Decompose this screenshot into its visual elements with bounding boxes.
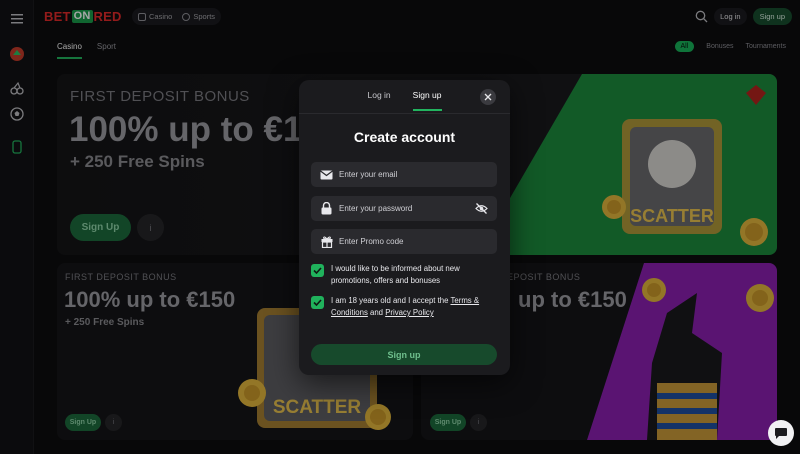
email-placeholder: Enter your email bbox=[339, 170, 398, 179]
chat-icon bbox=[775, 427, 787, 439]
promo-placeholder: Enter Promo code bbox=[339, 237, 404, 246]
checkmark-icon bbox=[313, 299, 322, 306]
lock-icon bbox=[320, 202, 333, 215]
terms-consent-text: I am 18 years old and I accept the Terms… bbox=[331, 295, 501, 319]
marketing-checkbox[interactable] bbox=[311, 264, 324, 277]
password-placeholder: Enter your password bbox=[339, 204, 413, 213]
terms-consent: I am 18 years old and I accept the Terms… bbox=[311, 295, 501, 319]
terms-checkbox[interactable] bbox=[311, 296, 324, 309]
promo-code-field[interactable]: Enter Promo code bbox=[311, 229, 497, 254]
signup-modal: Log in Sign up Create account Enter your… bbox=[299, 80, 510, 375]
terms-prefix: I am 18 years old and I accept the bbox=[331, 296, 451, 305]
privacy-link[interactable]: Privacy Policy bbox=[385, 308, 434, 317]
marketing-consent: I would like to be informed about new pr… bbox=[311, 263, 501, 287]
modal-title: Create account bbox=[353, 129, 456, 145]
terms-and: and bbox=[367, 308, 386, 317]
close-button[interactable] bbox=[480, 89, 496, 105]
checkmark-icon bbox=[313, 267, 322, 274]
email-field[interactable]: Enter your email bbox=[311, 162, 497, 187]
close-icon bbox=[484, 93, 492, 101]
gift-icon bbox=[320, 235, 333, 248]
envelope-icon bbox=[320, 168, 333, 181]
marketing-consent-label: I would like to be informed about new pr… bbox=[331, 264, 460, 285]
modal-divider bbox=[299, 113, 510, 114]
modal-tab-login[interactable]: Log in bbox=[367, 90, 390, 111]
signup-submit-button[interactable]: Sign up bbox=[311, 344, 497, 365]
live-chat-button[interactable] bbox=[768, 420, 794, 446]
modal-tab-signup[interactable]: Sign up bbox=[412, 90, 442, 111]
eye-off-icon[interactable] bbox=[475, 202, 488, 215]
modal-tabs: Log in Sign up bbox=[299, 90, 510, 111]
password-field[interactable]: Enter your password bbox=[311, 196, 497, 221]
